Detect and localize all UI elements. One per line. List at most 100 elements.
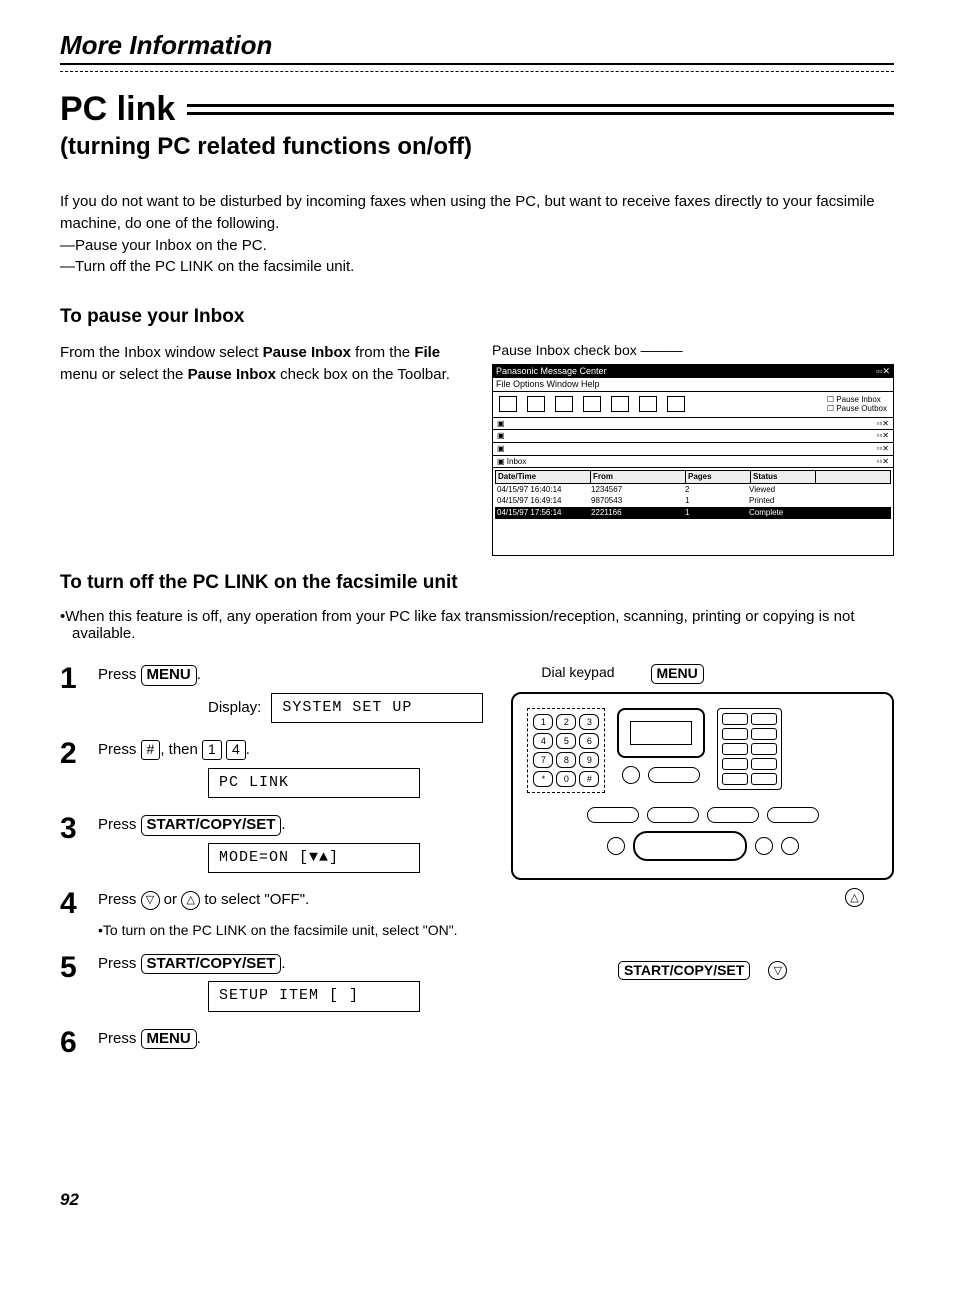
subwindow-bar: ▣ ▫▫✕ (493, 418, 893, 431)
list-item: 04/15/97 17:56:1422211661Complete (495, 507, 891, 519)
inbox-bar: ▣ Inbox▫▫✕ (493, 456, 893, 469)
section1-text: From the Inbox window select Pause Inbox… (60, 342, 462, 386)
lcd-readout: PC LINK (208, 768, 420, 799)
step-4-sub: •To turn on the PC LINK on the facsimile… (110, 920, 483, 941)
tool-icon (527, 396, 545, 412)
button-icon (722, 743, 748, 755)
fake-window: Panasonic Message Center ▫▫✕ File Option… (492, 364, 894, 556)
hash-key: # (141, 740, 161, 760)
chapter-header: More Information (60, 30, 894, 65)
four-key: 4 (226, 740, 246, 760)
lcd-readout: MODE=ON [▼▲] (208, 843, 420, 874)
button-icon (622, 766, 640, 784)
tool-icon (611, 396, 629, 412)
list-item: 04/15/97 16:40:1412345672Viewed (495, 484, 891, 496)
keypad-key: 4 (533, 733, 553, 749)
tool-icon (555, 396, 573, 412)
button-icon (607, 837, 625, 855)
keypad-key: 8 (556, 752, 576, 768)
keypad-key: 7 (533, 752, 553, 768)
button-icon (648, 767, 700, 783)
fax-diagram: Dial keypad MENU 1 2 3 4 5 6 7 8 9 * 0 # (511, 664, 894, 980)
menu-button: MENU (141, 665, 197, 686)
title-rule (187, 104, 894, 115)
start-copy-set-button: START/COPY/SET (141, 954, 282, 975)
button-icon (751, 773, 777, 785)
screenshot-caption: Pause Inbox check box (492, 342, 637, 358)
step-6: 6 Press MENU. (60, 1028, 483, 1058)
button-icon (722, 773, 748, 785)
dial-keypad: 1 2 3 4 5 6 7 8 9 * 0 # (527, 708, 605, 793)
section2-note: •When this feature is off, any operation… (60, 608, 894, 642)
lcd-screen-icon (617, 708, 705, 758)
keypad-key: 3 (579, 714, 599, 730)
page-title: PC link (60, 90, 175, 129)
subwindow-bar: ▣ ▫▫✕ (493, 430, 893, 443)
step-5: 5 Press START/COPY/SET. SETUP ITEM [ ] (60, 953, 483, 1016)
steps-list: 1 Press MENU. Display: SYSTEM SET UP 2 P… (60, 664, 483, 1070)
dial-keypad-label: Dial keypad (541, 664, 614, 684)
page-number: 92 (60, 1190, 894, 1210)
fax-outline: 1 2 3 4 5 6 7 8 9 * 0 # (511, 692, 894, 880)
display-label: Display: (208, 697, 261, 720)
button-icon (722, 758, 748, 770)
menu-button: MENU (141, 1029, 197, 1050)
list-item: 04/15/97 16:49:1498705431Printed (495, 495, 891, 507)
subwindow-bar: ▣ ▫▫✕ (493, 443, 893, 456)
keypad-key: 5 (556, 733, 576, 749)
button-icon (722, 713, 748, 725)
pause-inbox-checkbox: Pause Inbox (836, 395, 880, 404)
keypad-key: 1 (533, 714, 553, 730)
down-arrow-icon: ▽ (768, 961, 787, 980)
button-icon (751, 758, 777, 770)
keypad-key: 0 (556, 771, 576, 787)
button-icon (587, 807, 639, 823)
step-4: 4 Press ▽ or △ to select "OFF". •To turn… (60, 889, 483, 941)
step-1: 1 Press MENU. Display: SYSTEM SET UP (60, 664, 483, 727)
step-3: 3 Press START/COPY/SET. MODE=ON [▼▲] (60, 814, 483, 877)
window-title: Panasonic Message Center (496, 366, 607, 377)
start-copy-set-label: START/COPY/SET (618, 961, 750, 981)
button-icon (722, 728, 748, 740)
button-icon (751, 728, 777, 740)
down-arrow-icon: ▽ (141, 891, 160, 910)
keypad-key: 2 (556, 714, 576, 730)
window-controls-icon: ▫▫✕ (876, 366, 890, 377)
section1-figure: Pause Inbox check box ——— Panasonic Mess… (492, 342, 894, 556)
tool-icon (639, 396, 657, 412)
window-toolbar: ☐ Pause Inbox ☐ Pause Outbox (493, 392, 893, 418)
title-row: PC link (60, 90, 894, 129)
lcd-readout: SETUP ITEM [ ] (208, 981, 420, 1012)
section2-heading: To turn off the PC LINK on the facsimile… (60, 572, 894, 594)
intro-block: If you do not want to be disturbed by in… (60, 191, 894, 278)
button-icon (751, 743, 777, 755)
tool-icon (499, 396, 517, 412)
side-buttons (717, 708, 782, 790)
start-copy-set-button: START/COPY/SET (141, 815, 282, 836)
button-icon (755, 837, 773, 855)
section1-body: From the Inbox window select Pause Inbox… (60, 342, 894, 556)
button-icon (767, 807, 819, 823)
lcd-readout: SYSTEM SET UP (271, 693, 483, 724)
button-icon (647, 807, 699, 823)
menu-button-label: MENU (651, 664, 704, 684)
tool-icon (667, 396, 685, 412)
start-copy-set-icon (633, 831, 747, 861)
keypad-key: # (579, 771, 599, 787)
keypad-key: 9 (579, 752, 599, 768)
button-icon (781, 837, 799, 855)
keypad-key: * (533, 771, 553, 787)
intro-l1: —Pause your Inbox on the PC. (60, 235, 894, 257)
button-icon (707, 807, 759, 823)
tool-icon (583, 396, 601, 412)
window-menubar: File Options Window Help (493, 378, 893, 392)
one-key: 1 (202, 740, 222, 760)
page-subtitle: (turning PC related functions on/off) (60, 133, 894, 161)
step-2: 2 Press #, then 1 4. PC LINK (60, 739, 483, 802)
up-arrow-icon: △ (845, 888, 864, 907)
dashed-separator (60, 71, 894, 72)
pause-outbox-checkbox: Pause Outbox (836, 404, 887, 413)
intro-l2: —Turn off the PC LINK on the facsimile u… (60, 256, 894, 278)
intro-p1: If you do not want to be disturbed by in… (60, 193, 875, 232)
keypad-key: 6 (579, 733, 599, 749)
